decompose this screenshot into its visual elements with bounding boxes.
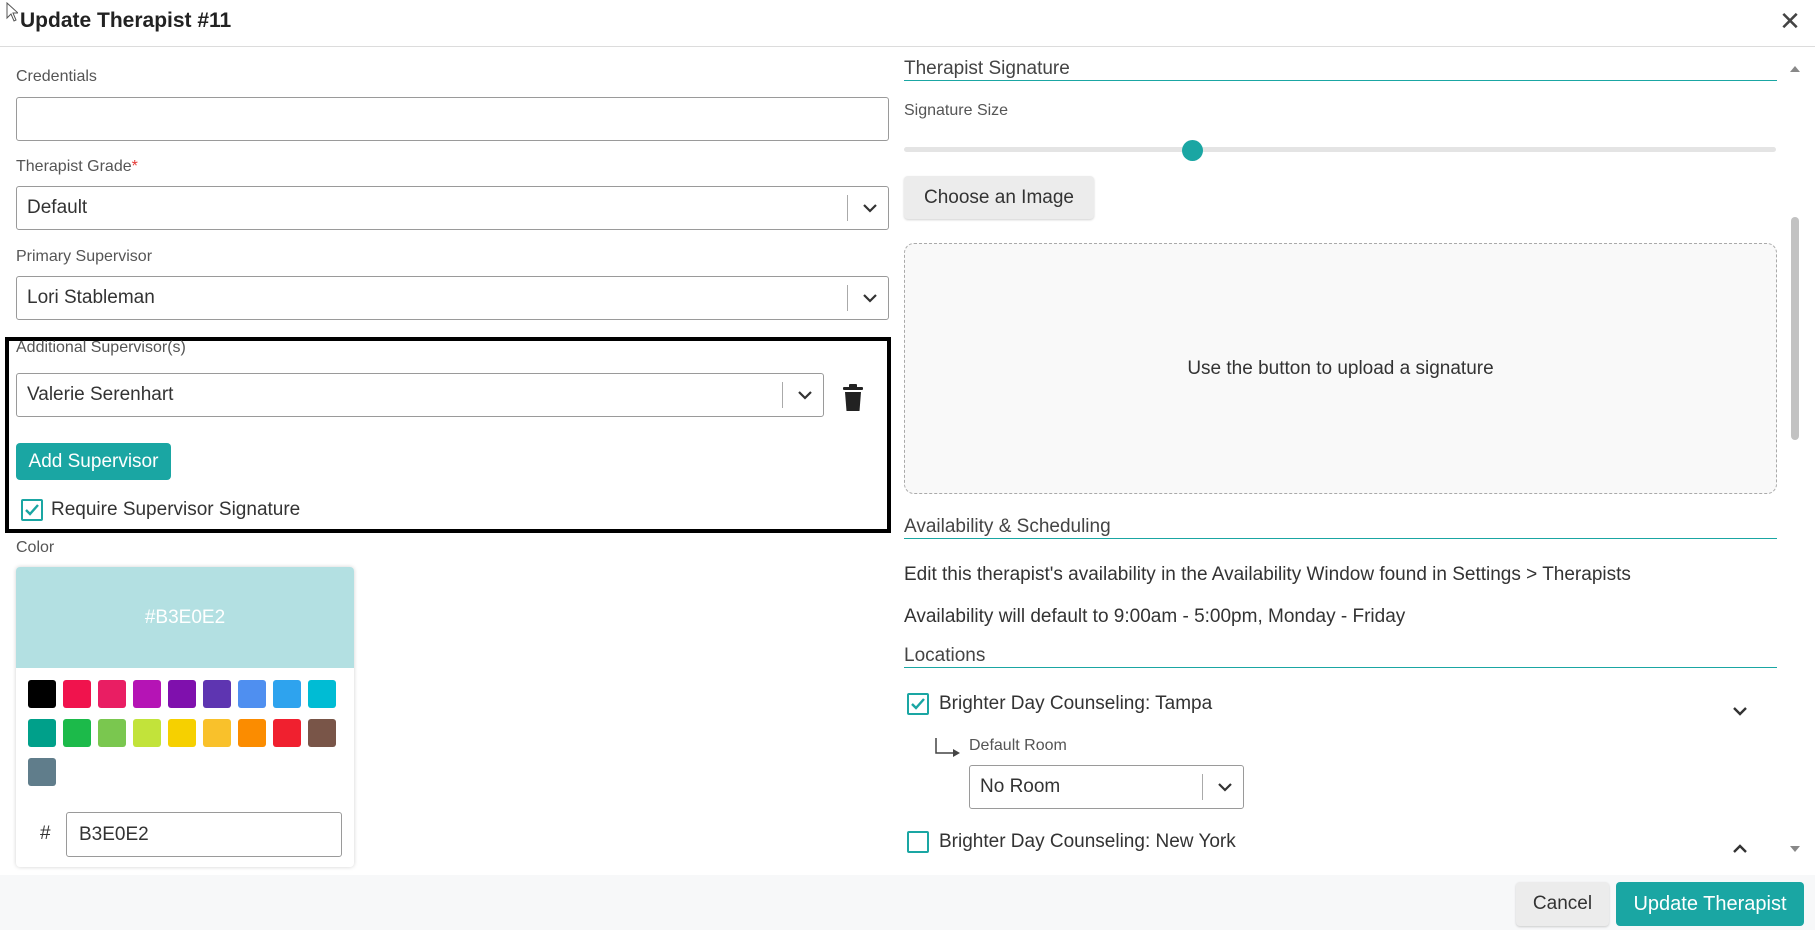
- color-swatch[interactable]: [168, 680, 196, 708]
- color-swatch[interactable]: [273, 719, 301, 747]
- location-tampa-label: Brighter Day Counseling: Tampa: [939, 693, 1213, 714]
- location-tampa-checkbox[interactable]: [907, 693, 929, 715]
- section-divider: [904, 667, 1777, 668]
- color-swatch[interactable]: [238, 680, 266, 708]
- cancel-button[interactable]: Cancel: [1516, 882, 1609, 926]
- color-swatch[interactable]: [98, 680, 126, 708]
- additional-supervisor-value: Valerie Serenhart: [27, 384, 174, 405]
- check-icon: [911, 698, 925, 710]
- color-label: Color: [16, 539, 55, 556]
- scroll-up-arrow-icon[interactable]: [1789, 65, 1801, 73]
- therapist-grade-select[interactable]: Default: [16, 186, 889, 230]
- chevron-down-icon[interactable]: [1205, 766, 1245, 808]
- scrollbar[interactable]: [1786, 60, 1800, 860]
- location-new-york-checkbox[interactable]: [907, 831, 929, 853]
- default-room-select[interactable]: No Room: [969, 765, 1244, 809]
- therapist-signature-heading: Therapist Signature: [904, 58, 1070, 79]
- require-signature-label: Require Supervisor Signature: [51, 499, 301, 520]
- chevron-down-icon[interactable]: [850, 187, 890, 229]
- primary-supervisor-value: Lori Stableman: [27, 287, 155, 308]
- signature-size-slider-thumb[interactable]: [1181, 140, 1203, 161]
- additional-supervisor-select[interactable]: Valerie Serenhart: [16, 373, 824, 417]
- color-swatch[interactable]: [98, 719, 126, 747]
- require-signature-checkbox[interactable]: [21, 499, 43, 521]
- modal-title: Update Therapist #11: [20, 9, 232, 32]
- chevron-down-icon[interactable]: [850, 277, 890, 319]
- availability-text-1: Edit this therapist's availability in th…: [904, 564, 1631, 585]
- availability-heading: Availability & Scheduling: [904, 516, 1111, 537]
- trash-icon[interactable]: [841, 384, 865, 412]
- color-swatch[interactable]: [133, 680, 161, 708]
- sub-item-arrow-icon: [935, 738, 960, 757]
- modal-footer: Cancel Update Therapist: [0, 875, 1815, 930]
- required-mark: *: [131, 158, 138, 175]
- hex-color-input[interactable]: B3E0E2: [66, 812, 342, 857]
- select-separator: [847, 195, 848, 221]
- color-swatch[interactable]: [133, 719, 161, 747]
- color-preview: #B3E0E2: [16, 567, 354, 668]
- color-swatch[interactable]: [238, 719, 266, 747]
- color-swatch[interactable]: [308, 719, 336, 747]
- color-swatch[interactable]: [203, 680, 231, 708]
- signature-dropzone[interactable]: Use the button to upload a signature: [904, 243, 1777, 494]
- color-swatch[interactable]: [63, 719, 91, 747]
- signature-size-label: Signature Size: [904, 102, 1009, 119]
- credentials-input[interactable]: [16, 97, 889, 141]
- location-new-york-label: Brighter Day Counseling: New York: [939, 831, 1236, 852]
- therapist-grade-label: Therapist Grade*: [16, 158, 138, 176]
- check-icon: [25, 504, 39, 516]
- modal-header: Update Therapist #11 ✕: [0, 0, 1815, 47]
- primary-supervisor-select[interactable]: Lori Stableman: [16, 276, 889, 320]
- chevron-down-icon[interactable]: [1726, 697, 1754, 725]
- hash-label: #: [40, 823, 51, 844]
- mouse-cursor-icon: [6, 2, 18, 22]
- select-separator: [1202, 774, 1203, 800]
- color-swatch[interactable]: [28, 680, 56, 708]
- therapist-grade-value: Default: [27, 197, 88, 218]
- color-picker: #B3E0E2 # B3E0E2: [16, 567, 354, 867]
- section-divider: [904, 538, 1777, 539]
- color-swatch[interactable]: [203, 719, 231, 747]
- default-room-label: Default Room: [969, 737, 1067, 754]
- color-swatch[interactable]: [168, 719, 196, 747]
- color-swatch[interactable]: [273, 680, 301, 708]
- primary-supervisor-label: Primary Supervisor: [16, 248, 153, 265]
- chevron-down-icon[interactable]: [785, 374, 825, 416]
- color-swatch[interactable]: [308, 680, 336, 708]
- color-swatch[interactable]: [63, 680, 91, 708]
- add-supervisor-button[interactable]: Add Supervisor: [16, 443, 171, 480]
- additional-supervisors-label: Additional Supervisor(s): [16, 339, 186, 356]
- scroll-thumb[interactable]: [1791, 217, 1799, 440]
- update-therapist-button[interactable]: Update Therapist: [1616, 882, 1804, 926]
- color-swatch[interactable]: [28, 719, 56, 747]
- locations-heading: Locations: [904, 645, 986, 666]
- chevron-up-icon[interactable]: [1726, 835, 1754, 863]
- signature-size-slider[interactable]: [904, 147, 1776, 152]
- select-separator: [847, 285, 848, 311]
- color-swatch[interactable]: [28, 758, 56, 786]
- default-room-value: No Room: [980, 776, 1061, 797]
- section-divider: [904, 80, 1777, 81]
- credentials-label: Credentials: [16, 68, 97, 85]
- availability-text-2: Availability will default to 9:00am - 5:…: [904, 606, 1406, 627]
- scroll-down-arrow-icon[interactable]: [1789, 845, 1801, 853]
- select-separator: [782, 382, 783, 408]
- close-icon[interactable]: ✕: [1775, 6, 1805, 36]
- therapist-grade-label-text: Therapist Grade: [16, 158, 132, 175]
- choose-image-button[interactable]: Choose an Image: [904, 176, 1094, 219]
- update-therapist-modal: Update Therapist #11 ✕ Credentials Thera…: [0, 0, 1815, 930]
